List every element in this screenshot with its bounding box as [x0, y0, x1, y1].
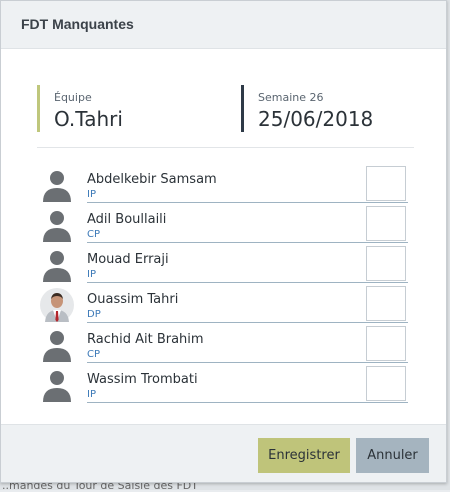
member-checkbox[interactable] — [366, 206, 406, 241]
member-role: IP — [87, 389, 96, 400]
list-item: Wassim Trombati IP — [37, 363, 409, 403]
person-placeholder-icon — [40, 248, 74, 282]
divider — [37, 147, 414, 148]
member-checkbox[interactable] — [366, 286, 406, 321]
member-role: CP — [87, 349, 101, 360]
team-value: O.Tahri — [54, 107, 123, 131]
member-name: Rachid Ait Brahim — [87, 332, 204, 347]
week-label: Semaine 26 — [258, 91, 324, 104]
member-checkbox[interactable] — [366, 326, 406, 361]
person-placeholder-icon — [40, 208, 74, 242]
member-name: Ouassim Tahri — [87, 292, 179, 307]
list-item: Mouad Erraji IP — [37, 243, 409, 283]
team-label: Équipe — [54, 91, 92, 104]
member-name: Adil Boullaili — [87, 212, 167, 227]
member-role: IP — [87, 189, 96, 200]
dialog-footer: Enregistrer Annuler — [1, 424, 446, 482]
list-item: Adil Boullaili CP — [37, 203, 409, 243]
person-placeholder-icon — [40, 328, 74, 362]
member-role: IP — [87, 269, 96, 280]
list-item: Ouassim Tahri DP — [37, 283, 409, 323]
member-checkbox[interactable] — [366, 166, 406, 201]
week-value: 25/06/2018 — [258, 107, 374, 131]
save-button[interactable]: Enregistrer — [258, 438, 350, 473]
member-name: Mouad Erraji — [87, 252, 169, 267]
member-role: DP — [87, 309, 101, 320]
list-item: Rachid Ait Brahim CP — [37, 323, 409, 363]
cancel-button[interactable]: Annuler — [356, 438, 429, 473]
team-info: Équipe O.Tahri — [37, 85, 217, 132]
member-role: CP — [87, 229, 101, 240]
dialog-header: FDT Manquantes — [1, 1, 446, 49]
fdt-dialog: FDT Manquantes Équipe O.Tahri Semaine 26… — [0, 0, 447, 483]
week-info: Semaine 26 25/06/2018 — [241, 85, 431, 132]
member-name: Wassim Trombati — [87, 372, 198, 387]
profile-photo — [40, 288, 74, 322]
member-list: Abdelkebir Samsam IP Adil Boullaili CP M… — [37, 163, 409, 403]
member-checkbox[interactable] — [366, 366, 406, 401]
row-underline — [87, 402, 408, 403]
dialog-title: FDT Manquantes — [21, 16, 134, 32]
person-placeholder-icon — [40, 368, 74, 402]
member-name: Abdelkebir Samsam — [87, 172, 217, 187]
list-item: Abdelkebir Samsam IP — [37, 163, 409, 203]
person-placeholder-icon — [40, 168, 74, 202]
member-checkbox[interactable] — [366, 246, 406, 281]
